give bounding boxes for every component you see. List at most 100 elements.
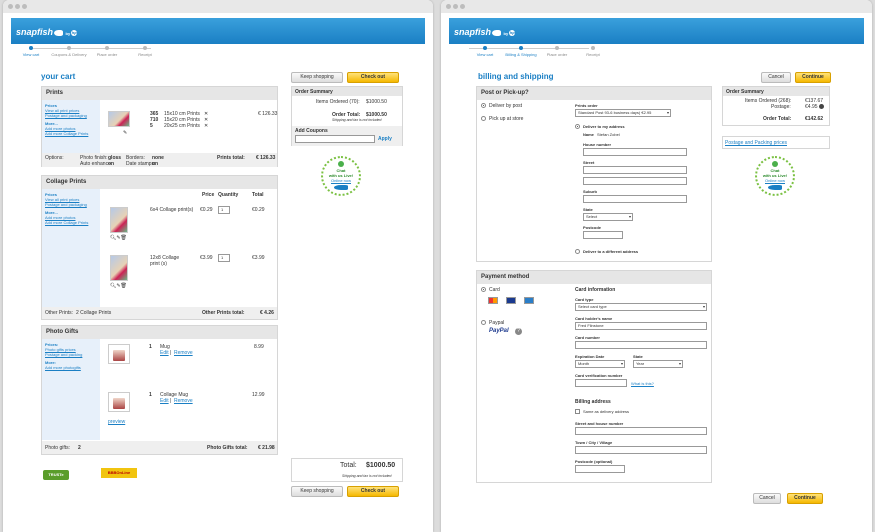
billing-street-input[interactable] <box>575 427 707 435</box>
remove-link[interactable]: Remove <box>174 398 193 404</box>
add-collage-link[interactable]: Add more Collage Prints <box>45 220 97 225</box>
edit-link[interactable]: Edit <box>160 398 169 404</box>
street-input[interactable] <box>583 166 687 174</box>
mastercard-icon <box>488 297 498 304</box>
gifts-total: € 21.98 <box>258 445 275 451</box>
collage-thumbnail[interactable] <box>110 207 128 233</box>
online-now-link[interactable]: Online now <box>757 178 793 183</box>
deliver-by-post-radio[interactable] <box>481 103 486 108</box>
continue-button[interactable]: Continue <box>795 72 831 83</box>
separator: | <box>170 350 172 356</box>
add-collage-link[interactable]: Add more Collage Prints <box>45 131 97 136</box>
coupons-area: Add Coupons Apply <box>292 126 402 146</box>
live-chat-badge[interactable]: Chat with us Live! Online now <box>755 156 795 196</box>
zoom-icon[interactable]: 🔍︎✎🗑︎ <box>110 235 127 241</box>
remove-icon[interactable]: ✕ <box>204 123 208 129</box>
pickup-radio[interactable] <box>481 116 486 121</box>
zoom-icon[interactable]: 🔍︎✎🗑︎ <box>110 283 127 289</box>
truste-badge[interactable]: TRUSTe <box>43 470 69 480</box>
cvn-input[interactable] <box>575 379 627 387</box>
billing-postcode-input[interactable] <box>575 465 625 473</box>
cancel-button[interactable]: Cancel <box>753 493 781 504</box>
card-radio[interactable] <box>481 287 486 292</box>
prints-header: Prints <box>42 87 277 100</box>
remove-link[interactable]: Remove <box>174 350 193 356</box>
year-select[interactable]: Year <box>633 360 683 368</box>
keep-shopping-button[interactable]: Keep shopping <box>291 486 343 497</box>
live-chat-badge[interactable]: Chat with us Live! Online now <box>321 156 361 196</box>
house-input[interactable] <box>583 148 687 156</box>
header-banner: snapfish by hp <box>11 18 425 44</box>
prints-panel: Prints Prices View all print prices Post… <box>41 86 278 167</box>
card-number-input[interactable] <box>575 341 707 349</box>
card-type-select[interactable]: Select card type <box>575 303 707 311</box>
help-icon[interactable]: ? <box>515 328 522 335</box>
hp-icon: hp <box>71 29 78 36</box>
add-gifts-link[interactable]: Add more photogifts <box>45 365 97 370</box>
cancel-button[interactable]: Cancel <box>761 72 791 83</box>
quantity-input[interactable]: 1 <box>218 206 230 214</box>
suburb-input[interactable] <box>583 195 687 203</box>
print-thumbnail[interactable] <box>108 111 130 127</box>
paypal-radio[interactable] <box>481 320 486 325</box>
coupon-input[interactable] <box>295 135 375 143</box>
page-title: your cart <box>41 72 76 81</box>
collage-thumbnail[interactable] <box>110 255 128 281</box>
postcode-input[interactable] <box>583 231 623 239</box>
other-prints-value: 2 Collage Prints <box>76 310 112 316</box>
gifts-panel: Photo Gifts Prices: Photo gifts prices P… <box>41 325 278 455</box>
name-value: Stefan Zobel <box>597 132 620 137</box>
payment-panel: Payment method Card Paypal PayPal ? Card… <box>476 270 712 483</box>
what-is-this-link[interactable]: What is this? <box>631 381 654 386</box>
mug-thumbnail[interactable] <box>108 344 130 364</box>
different-address-radio[interactable] <box>575 249 580 254</box>
keep-shopping-button[interactable]: Keep shopping <box>291 72 343 83</box>
postage-value: €4.95 <box>805 104 818 110</box>
amex-icon <box>524 297 534 304</box>
deliver-by-post-label: Deliver by post <box>489 103 523 109</box>
step-receipt: Receipt <box>573 44 613 57</box>
checkout-button[interactable]: Check out <box>347 486 399 497</box>
checkout-button[interactable]: Check out <box>347 72 399 83</box>
print-desc: 20x25 cm Prints <box>164 123 200 129</box>
snapfish-logo[interactable]: snapfish by hp <box>16 27 78 37</box>
same-address-label: Same as delivery address <box>583 409 630 414</box>
postage-prices-link[interactable]: Postage and Packing prices <box>725 140 787 146</box>
order-total-value: €142.62 <box>805 116 824 122</box>
bbb-badge[interactable]: BBBOnLine <box>101 468 137 478</box>
postage-link[interactable]: Postage and packing <box>45 352 97 357</box>
apply-button[interactable]: Apply <box>378 136 392 142</box>
month-select[interactable]: Month <box>575 360 625 368</box>
shipping-select[interactable]: Standard Post 93-6 business days) €2.95 <box>575 109 671 117</box>
collage-sidebar: Prices View all print prices Postage and… <box>42 189 100 307</box>
snapfish-logo[interactable]: snapfish by hp <box>454 27 516 37</box>
continue-button[interactable]: Continue <box>787 493 823 504</box>
postage-link[interactable]: Postage and packaging <box>45 113 97 118</box>
preview-link[interactable]: preview <box>108 419 125 425</box>
window-dot <box>22 4 27 9</box>
logo-by: by <box>65 31 71 36</box>
prints-total-label: Prints total: <box>217 155 245 161</box>
edit-pencil-icon[interactable]: ✎ <box>123 130 127 136</box>
paypal-logo: PayPal <box>489 328 509 334</box>
quantity-input[interactable]: 1 <box>218 254 230 262</box>
holder-input[interactable]: Fred Flinstone <box>575 322 707 330</box>
edit-link[interactable]: Edit <box>160 350 169 356</box>
street-input-2[interactable] <box>583 177 687 185</box>
town-input[interactable] <box>575 446 707 454</box>
online-now-link[interactable]: Online now <box>323 178 359 183</box>
step-place-order: Place order <box>537 44 577 57</box>
collage-total-bar: Other Prints: 2 Collage Prints Other Pri… <box>42 307 277 319</box>
info-icon[interactable] <box>819 104 824 109</box>
deliver-to-my-address-radio[interactable] <box>575 124 580 129</box>
chat-icon <box>772 161 778 167</box>
same-address-checkbox[interactable] <box>575 409 580 414</box>
step-view-cart: View cart <box>11 44 51 57</box>
collage-item-name: 6x4 Collage print(s) <box>150 207 194 213</box>
postage-link[interactable]: Postage and packaging <box>45 202 97 207</box>
gift-qty: 1 <box>149 344 152 350</box>
billing-title: Billing address <box>575 399 611 405</box>
state-select[interactable]: Select <box>583 213 633 221</box>
mug-thumbnail[interactable] <box>108 392 130 412</box>
billing-street-label: Street and house number <box>575 421 624 426</box>
